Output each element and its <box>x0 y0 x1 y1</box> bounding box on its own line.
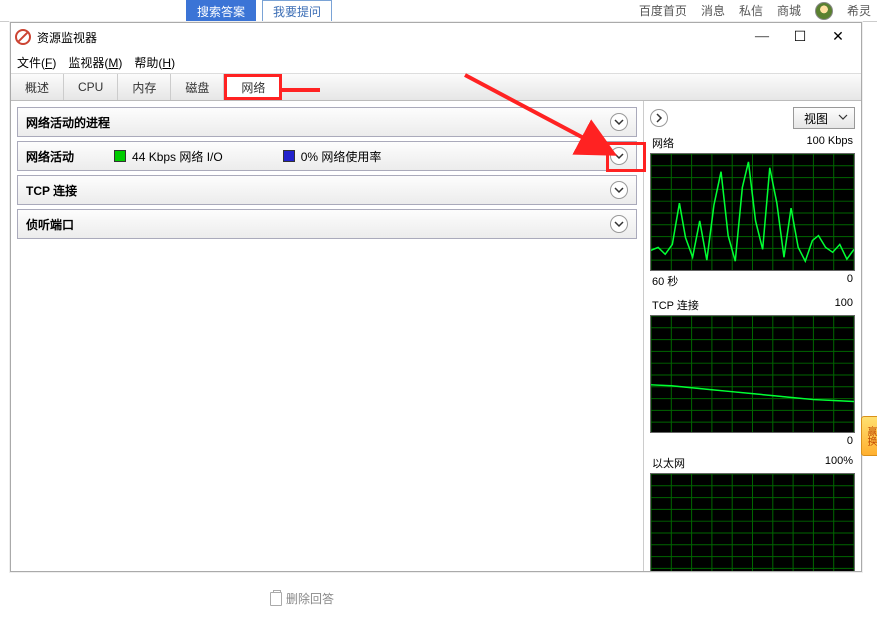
section-network-activity[interactable]: 网络活动 44 Kbps 网络 I/O 0% 网络使用率 <box>17 141 637 171</box>
titlebar: 资源监视器 ― ☐ ✕ <box>11 23 861 51</box>
view-dropdown-label: 视图 <box>804 110 828 127</box>
side-promo-tab[interactable]: 赢换 <box>861 416 877 456</box>
section-listening-ports[interactable]: 侦听端口 <box>17 209 637 239</box>
section-title: 侦听端口 <box>26 216 74 233</box>
trash-icon <box>270 592 282 606</box>
avatar-name: 希灵 <box>847 2 871 19</box>
chevron-down-icon[interactable] <box>610 113 628 131</box>
tab-network[interactable]: 网络 <box>224 74 282 100</box>
section-title: TCP 连接 <box>26 182 77 199</box>
legend-usage-icon <box>283 150 295 162</box>
avatar[interactable] <box>815 2 833 20</box>
graph-max: 100% <box>825 455 853 471</box>
legend-io-text: 44 Kbps 网络 I/O <box>132 148 223 165</box>
graph-title: 网络 <box>652 135 674 151</box>
window-title: 资源监视器 <box>37 29 743 46</box>
view-dropdown[interactable]: 视图 <box>793 107 855 129</box>
graph-title: 以太网 <box>652 455 685 471</box>
minimize-button[interactable]: ― <box>743 23 781 51</box>
graph-foot-right: 0 <box>847 435 853 447</box>
maximize-button[interactable]: ☐ <box>781 23 819 51</box>
tab-cpu[interactable]: CPU <box>64 74 118 100</box>
section-title: 网络活动 <box>26 148 74 165</box>
graph-title: TCP 连接 <box>652 297 699 313</box>
delete-answer-label: 删除回答 <box>286 590 334 607</box>
section-tcp-connections[interactable]: TCP 连接 <box>17 175 637 205</box>
toolbar-tabs: 概述 CPU 内存 磁盘 网络 <box>11 73 861 101</box>
main-panel: 网络活动的进程 网络活动 44 Kbps 网络 I/O 0% 网络使用率 <box>11 101 643 571</box>
graph-max: 100 <box>835 297 853 313</box>
chevron-down-icon[interactable] <box>610 181 628 199</box>
resource-monitor-window: 资源监视器 ― ☐ ✕ 文件(F) 监视器(M) 帮助(H) 概述 CPU 内存… <box>10 22 862 572</box>
graph-network: 网络 100 Kbps 60 秒 0 <box>650 135 855 289</box>
legend-usage-text: 0% 网络使用率 <box>301 148 382 165</box>
graph-ethernet: 以太网 100% 0 <box>650 455 855 571</box>
chevron-down-icon[interactable] <box>610 215 628 233</box>
link-mall[interactable]: 商城 <box>777 2 801 19</box>
close-button[interactable]: ✕ <box>819 23 857 51</box>
link-pm[interactable]: 私信 <box>739 2 763 19</box>
graph-max: 100 Kbps <box>807 135 853 151</box>
menu-help[interactable]: 帮助(H) <box>134 54 175 71</box>
tab-overview[interactable]: 概述 <box>11 74 64 100</box>
section-network-processes[interactable]: 网络活动的进程 <box>17 107 637 137</box>
link-baidu-home[interactable]: 百度首页 <box>639 2 687 19</box>
link-messages[interactable]: 消息 <box>701 2 725 19</box>
browser-strip: 搜索答案 我要提问 百度首页 消息 私信 商城 希灵 <box>0 0 877 22</box>
tab-ask-question[interactable]: 我要提问 <box>262 0 332 22</box>
tab-disk[interactable]: 磁盘 <box>171 74 224 100</box>
menubar: 文件(F) 监视器(M) 帮助(H) <box>11 51 861 73</box>
chevron-right-icon[interactable] <box>650 109 668 127</box>
tab-memory[interactable]: 内存 <box>118 74 171 100</box>
menu-file[interactable]: 文件(F) <box>17 54 56 71</box>
graph-foot-left: 60 秒 <box>652 273 678 289</box>
tab-search-answers[interactable]: 搜索答案 <box>186 0 256 22</box>
app-icon <box>15 29 31 45</box>
menu-monitor[interactable]: 监视器(M) <box>68 54 122 71</box>
graph-tcp: TCP 连接 100 0 <box>650 297 855 447</box>
legend-io-icon <box>114 150 126 162</box>
chevron-down-icon[interactable] <box>610 147 628 165</box>
chevron-down-icon <box>838 111 848 125</box>
side-panel: 视图 网络 100 Kbps <box>643 101 861 571</box>
graph-foot-right: 0 <box>847 273 853 289</box>
delete-answer-fragment[interactable]: 删除回答 <box>270 590 334 607</box>
section-title: 网络活动的进程 <box>26 114 110 131</box>
